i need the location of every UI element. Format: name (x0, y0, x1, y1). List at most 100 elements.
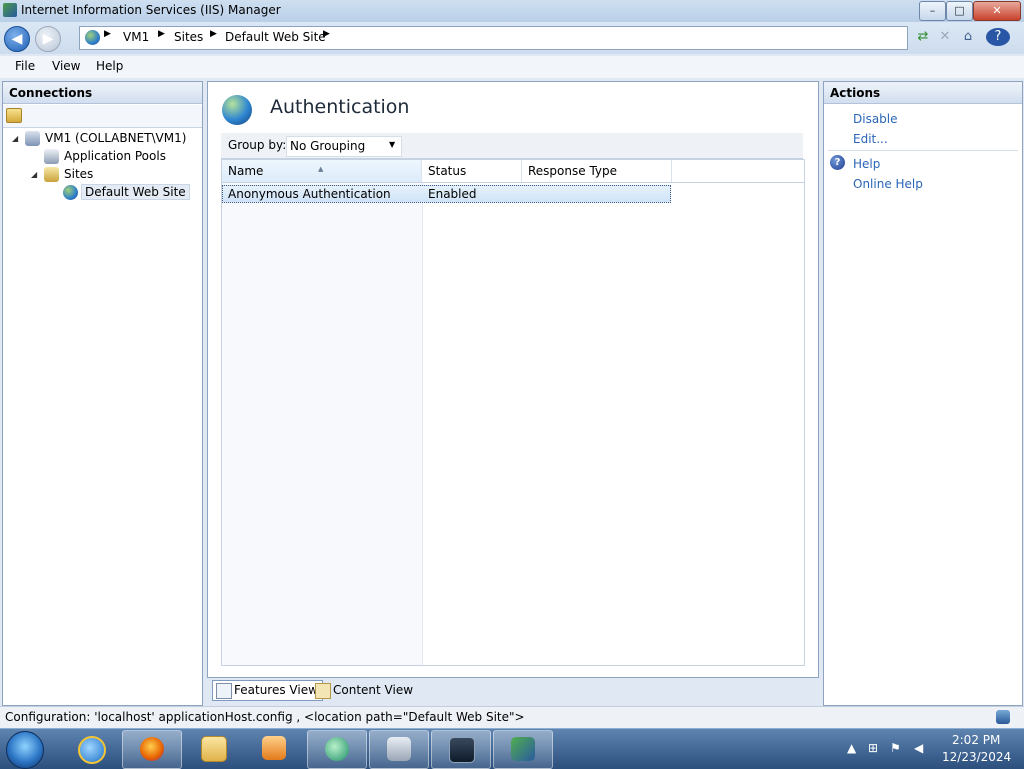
tab-label: Content View (333, 683, 414, 697)
globe-icon (85, 30, 100, 45)
iis-manager-icon (511, 737, 535, 761)
tree-item-application-pools[interactable]: Application Pools (64, 149, 166, 163)
connections-panel: Connections ◢ VM1 (COLLABNET\VM1) Applic… (2, 81, 203, 706)
volume-muted-icon[interactable]: ◀ (914, 741, 923, 755)
taskbar: ▲ ⊞ ⚑ ◀ 2:02 PM 12/23/2024 (0, 728, 1024, 769)
column-header-response-type[interactable]: Response Type (522, 160, 672, 182)
tree-expander[interactable]: ◢ (31, 170, 37, 179)
internet-explorer-icon (78, 736, 106, 764)
network-icon[interactable]: ⊞ (868, 741, 878, 755)
tree-item-default-web-site[interactable]: Default Web Site (81, 184, 190, 200)
firefox-icon (140, 737, 164, 761)
grid-header: Name ▲ Status Response Type (222, 160, 804, 183)
breadcrumb-separator[interactable]: ▶ (210, 29, 217, 39)
status-text: Configuration: 'localhost' applicationHo… (5, 710, 525, 724)
breadcrumb-default-web-site[interactable]: Default Web Site (225, 30, 326, 44)
tree-expander[interactable]: ◢ (12, 134, 18, 143)
globe-icon (63, 185, 78, 200)
show-hidden-icons-icon[interactable]: ▲ (847, 741, 856, 755)
page-title: Authentication (270, 96, 410, 118)
system-tray: ▲ ⊞ ⚑ ◀ 2:02 PM 12/23/2024 (842, 729, 1024, 769)
title-bar: Internet Information Services (IIS) Mana… (0, 0, 1024, 23)
group-by-label: Group by: (228, 138, 287, 152)
column-header-name[interactable]: Name ▲ (222, 160, 422, 182)
menu-file[interactable]: File (15, 59, 35, 73)
column-header-label: Name (228, 164, 264, 178)
name-column-background (222, 183, 423, 665)
taskbar-task-manager[interactable] (431, 730, 491, 769)
sort-ascending-icon: ▲ (318, 165, 324, 173)
connect-icon[interactable]: ⇄ (914, 28, 932, 46)
breadcrumb-vm1[interactable]: VM1 (123, 30, 149, 44)
tab-features-view[interactable]: Features View (212, 680, 323, 701)
group-by-dropdown[interactable]: No Grouping ▼ (286, 136, 402, 157)
iis-app-icon (3, 3, 17, 17)
create-connection-icon[interactable] (6, 108, 22, 123)
home-icon[interactable]: ⌂ (959, 28, 977, 46)
navigation-bar: ◀ ▶ ▶ VM1 ▶ Sites ▶ Default Web Site ▶ ⇄… (0, 22, 1024, 54)
menu-bar: File View Help (0, 56, 1024, 78)
authentication-globe-icon (222, 95, 252, 125)
help-icon[interactable]: ? (986, 28, 1010, 46)
tree-item-vm1[interactable]: VM1 (COLLABNET\VM1) (45, 131, 186, 145)
features-grid: Name ▲ Status Response Type Anonymous Au… (221, 159, 805, 666)
close-button[interactable]: ✕ (973, 1, 1021, 21)
breadcrumb-separator[interactable]: ▶ (323, 29, 330, 39)
feature-pane: Authentication Group by: No Grouping ▼ N… (207, 81, 819, 678)
task-manager-icon (449, 737, 475, 763)
taskbar-remote-desktop[interactable] (307, 730, 367, 769)
status-bar: Configuration: 'localhost' applicationHo… (0, 706, 1024, 729)
breadcrumb-sites[interactable]: Sites (174, 30, 203, 44)
taskbar-internet-explorer[interactable] (61, 730, 119, 767)
minimize-button[interactable]: – (919, 1, 946, 21)
remote-desktop-icon (325, 737, 349, 761)
media-player-icon (262, 736, 286, 760)
table-row[interactable]: Anonymous Authentication Enabled (222, 185, 671, 203)
maximize-button[interactable]: □ (946, 1, 973, 21)
tab-label: Features View (234, 683, 318, 697)
menu-view[interactable]: View (52, 59, 80, 73)
actions-title: Actions (824, 82, 1022, 104)
start-button[interactable] (6, 731, 44, 769)
server-icon (25, 131, 40, 146)
action-online-help[interactable]: Online Help (853, 177, 923, 191)
actions-panel: Actions Disable Edit... ? Help Online He… (823, 81, 1023, 706)
back-arrow-icon[interactable]: ◀ (4, 26, 30, 52)
connections-toolbar (3, 105, 202, 128)
clock-time[interactable]: 2:02 PM (952, 733, 1000, 747)
taskbar-system-tools[interactable] (369, 730, 429, 769)
breadcrumb-separator[interactable]: ▶ (104, 29, 111, 39)
divider (828, 150, 1018, 151)
taskbar-file-explorer[interactable] (184, 730, 242, 767)
taskbar-media-player[interactable] (245, 730, 303, 767)
file-explorer-icon (201, 736, 227, 762)
group-by-value: No Grouping (290, 139, 366, 153)
network-status-icon (996, 710, 1010, 724)
action-help[interactable]: Help (853, 157, 880, 171)
sites-folder-icon (44, 167, 59, 182)
tab-content-view[interactable]: Content View (311, 680, 418, 701)
help-icon: ? (830, 155, 845, 170)
taskbar-iis-manager[interactable] (493, 730, 553, 769)
action-edit[interactable]: Edit... (853, 132, 888, 146)
taskbar-firefox[interactable] (122, 730, 182, 769)
window-title: Internet Information Services (IIS) Mana… (21, 3, 281, 17)
app-pools-icon (44, 149, 59, 164)
column-header-status[interactable]: Status (422, 160, 522, 182)
features-view-icon (216, 683, 232, 699)
disconnect-icon[interactable]: ✕ (936, 28, 954, 46)
view-tabs: Features View Content View (207, 678, 817, 702)
tree-item-sites[interactable]: Sites (64, 167, 93, 181)
address-bar[interactable]: ▶ VM1 ▶ Sites ▶ Default Web Site ▶ (79, 26, 908, 50)
breadcrumb-separator[interactable]: ▶ (158, 29, 165, 39)
connections-title: Connections (3, 82, 202, 104)
cell-name: Anonymous Authentication (228, 187, 391, 201)
action-center-flag-icon[interactable]: ⚑ (890, 741, 901, 755)
group-by-bar: Group by: No Grouping ▼ (221, 133, 803, 159)
content-view-icon (315, 683, 331, 699)
clock-date[interactable]: 12/23/2024 (942, 750, 1011, 764)
forward-arrow-icon[interactable]: ▶ (35, 26, 61, 52)
menu-help[interactable]: Help (96, 59, 123, 73)
system-tools-icon (387, 737, 411, 761)
action-disable[interactable]: Disable (853, 112, 898, 126)
